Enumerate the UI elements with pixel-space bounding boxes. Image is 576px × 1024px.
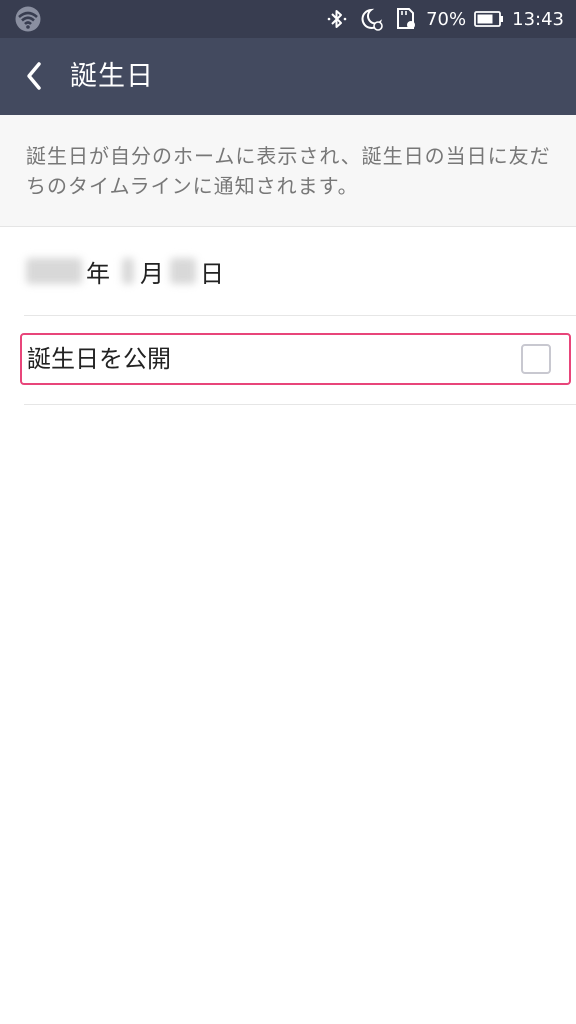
year-suffix: 年 xyxy=(86,259,110,288)
publish-birthday-checkbox[interactable] xyxy=(521,344,551,374)
status-bar: 70% 13:43 xyxy=(0,0,576,38)
year-value-redacted xyxy=(26,258,82,284)
birthday-date-row[interactable]: 年 月 日 xyxy=(24,227,576,316)
day-suffix: 日 xyxy=(200,259,224,288)
battery-icon xyxy=(474,10,504,28)
info-text: 誕生日が自分のホームに表示され、誕生日の当日に友だちのタイムラインに通知されます… xyxy=(26,144,551,198)
publish-birthday-label: 誕生日を公開 xyxy=(27,345,171,373)
clock: 13:43 xyxy=(512,8,564,30)
info-section: 誕生日が自分のホームに表示され、誕生日の当日に友だちのタイムラインに通知されます… xyxy=(0,115,576,227)
month-value-redacted xyxy=(122,258,134,284)
month-suffix: 月 xyxy=(140,259,164,288)
wifi-icon xyxy=(15,6,41,32)
back-button[interactable] xyxy=(12,53,56,99)
bluetooth-icon xyxy=(327,10,347,28)
night-alarm-icon xyxy=(361,8,383,31)
birthday-date: 年 月 日 xyxy=(26,227,224,315)
chevron-left-icon xyxy=(27,62,41,90)
day-value-redacted xyxy=(170,258,196,284)
app-bar: 誕生日 xyxy=(0,38,576,115)
battery-percent: 70% xyxy=(426,8,467,30)
page-title: 誕生日 xyxy=(70,61,154,92)
sd-card-icon xyxy=(397,8,416,29)
publish-birthday-row[interactable]: 誕生日を公開 xyxy=(20,316,576,405)
